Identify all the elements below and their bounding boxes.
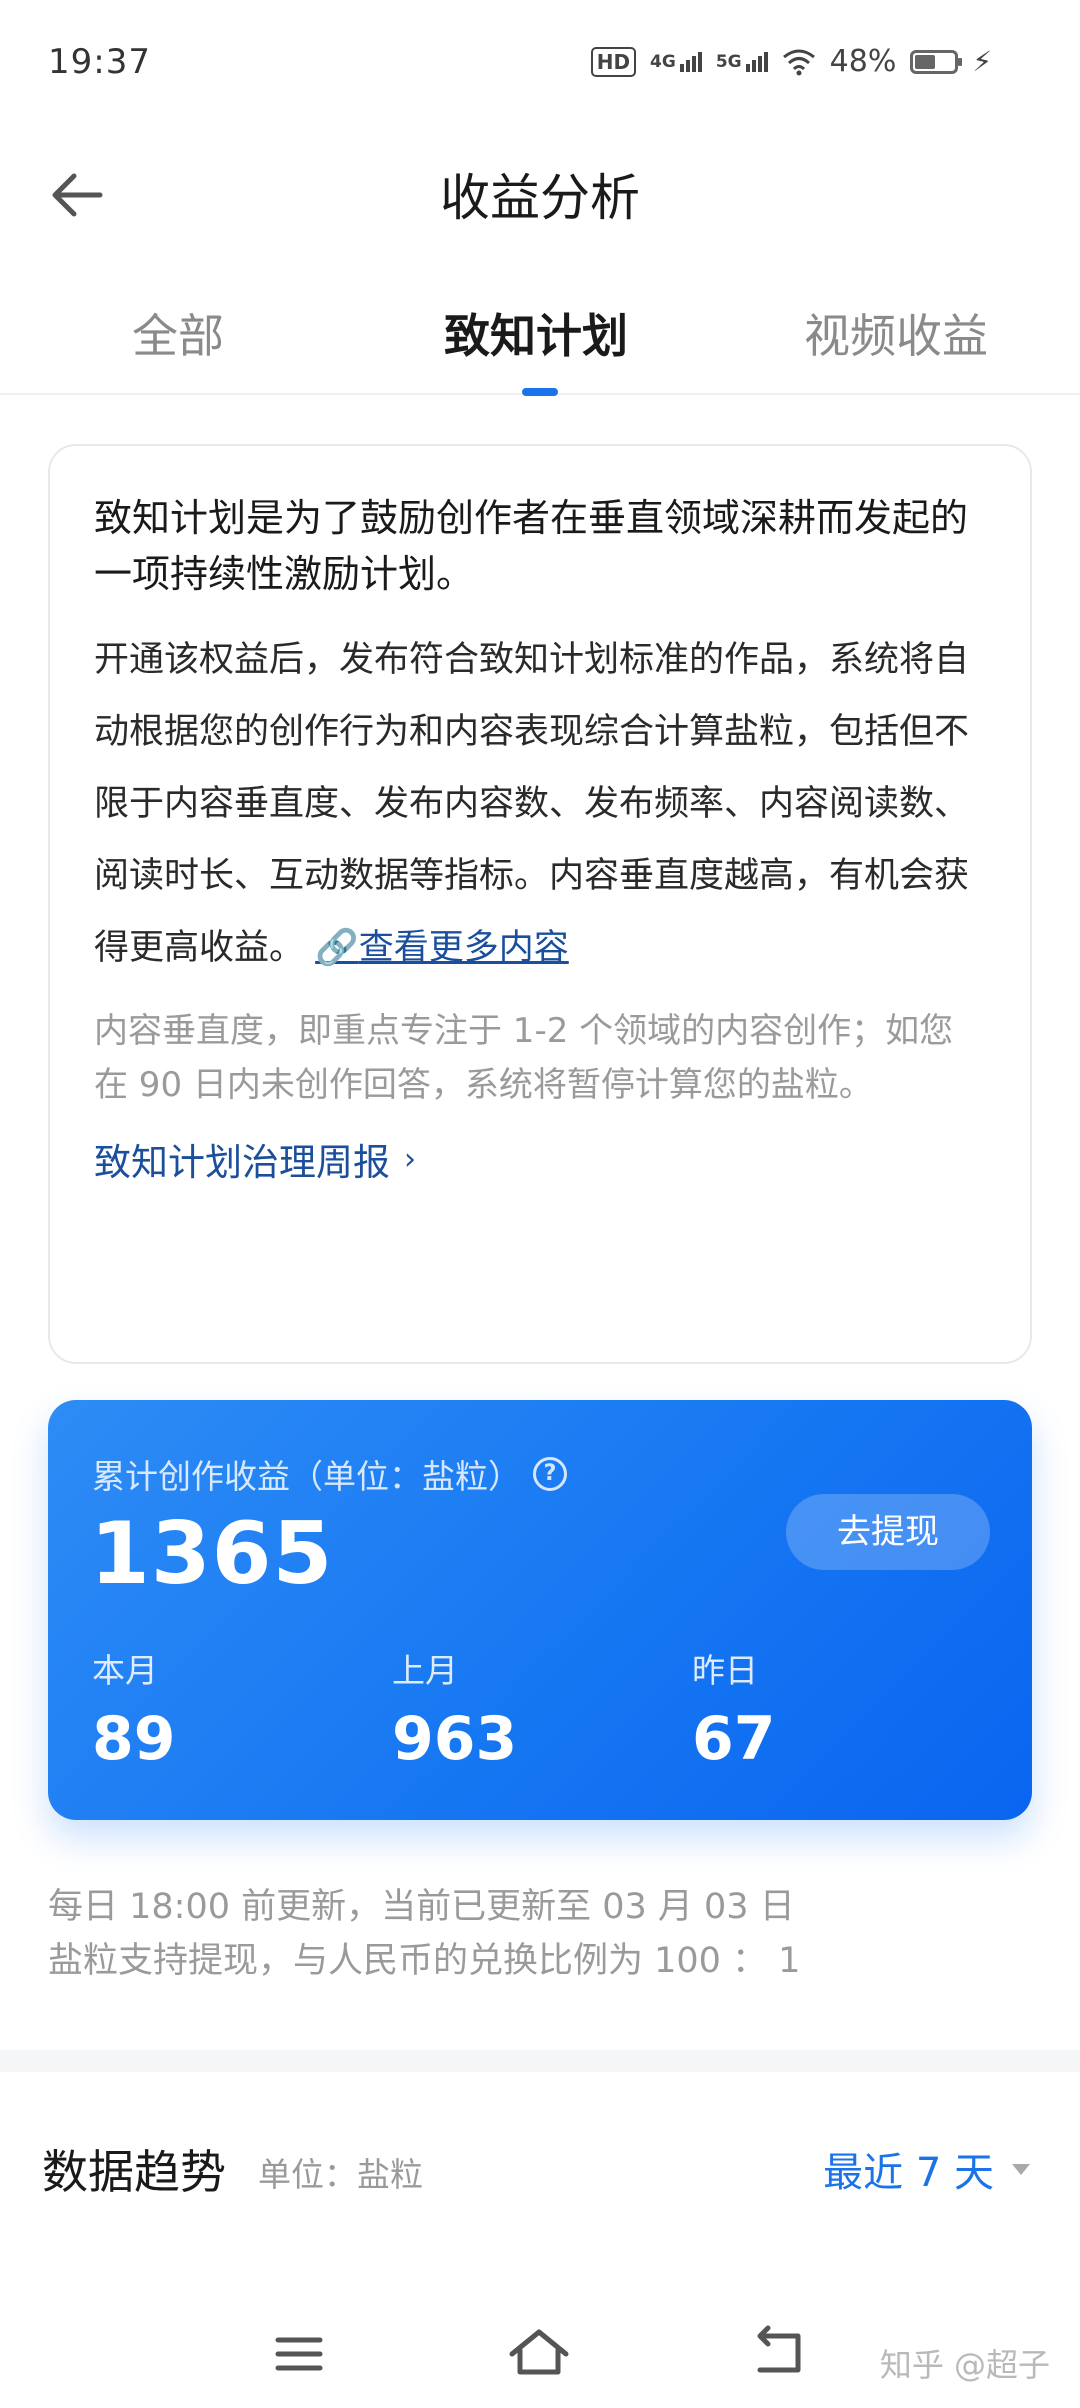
earnings-card: 累计创作收益（单位：盐粒） ? 1365 去提现 本月 89 上月 963 昨日… bbox=[48, 1400, 1032, 1820]
wifi-icon bbox=[782, 49, 815, 75]
charging-icon: ⚡ bbox=[972, 45, 992, 78]
governance-weekly-label: 致知计划治理周报 bbox=[94, 1141, 390, 1184]
plan-intro-card: 致知计划是为了鼓励创作者在垂直领域深耕而发起的一项持续性激励计划。 开通该权益后… bbox=[48, 444, 1032, 1364]
earnings-label-row: 累计创作收益（单位：盐粒） ? bbox=[92, 1450, 567, 1498]
plan-intro-title: 致知计划是为了鼓励创作者在垂直领域深耕而发起的一项持续性激励计划。 bbox=[94, 496, 969, 596]
stat-yesterday: 昨日 67 bbox=[692, 1644, 776, 1774]
section-divider bbox=[0, 2050, 1080, 2072]
plan-intro-note: 内容垂直度，即重点专注于 1-2 个领域的内容创作；如您在 90 日内未创作回答… bbox=[94, 1011, 954, 1105]
stat-label: 上月 bbox=[392, 1651, 458, 1690]
tab-zhizhi-plan[interactable]: 致知计划 bbox=[444, 300, 628, 366]
signal-5g-label: 5G bbox=[715, 51, 742, 72]
page-title: 收益分析 bbox=[440, 169, 640, 227]
trend-title: 数据趋势 bbox=[42, 2145, 226, 2199]
status-bar: 19:37 HD 4G 5G 48% ⚡ bbox=[0, 0, 1080, 130]
signal-bar bbox=[697, 51, 702, 72]
stat-value: 963 bbox=[392, 1704, 518, 1774]
signal-bar bbox=[757, 55, 762, 72]
status-icons: HD 4G 5G 48% ⚡ bbox=[590, 44, 992, 79]
system-nav-bar: 知乎 @超子 bbox=[0, 2300, 1080, 2408]
stat-last-month: 上月 963 bbox=[392, 1644, 517, 1774]
tab-all[interactable]: 全部 bbox=[132, 300, 224, 366]
hd-icon: HD bbox=[590, 46, 637, 77]
signal-bar bbox=[745, 63, 750, 72]
app-header: 收益分析 bbox=[0, 130, 1080, 254]
signal-5g-icon: 5G bbox=[715, 51, 768, 72]
plan-intro-body: 开通该权益后，发布符合致知计划标准的作品，系统将自动根据您的创作行为和内容表现综… bbox=[94, 624, 986, 984]
stat-value: 67 bbox=[692, 1704, 776, 1774]
withdraw-button[interactable]: 去提现 bbox=[786, 1494, 990, 1570]
tab-bar: 全部 致知计划 视频收益 bbox=[0, 280, 1080, 396]
home-icon[interactable] bbox=[504, 2322, 574, 2386]
battery-icon bbox=[910, 49, 963, 74]
exchange-rate-note: 盐粒支持提现，与人民币的兑换比例为 100 ： 1 bbox=[48, 1941, 801, 1981]
status-time: 19:37 bbox=[48, 42, 151, 82]
tab-video-earnings[interactable]: 视频收益 bbox=[804, 300, 988, 366]
date-range-dropdown[interactable]: 最近 7 天 bbox=[823, 2140, 1030, 2198]
active-tab-indicator bbox=[522, 388, 558, 396]
earnings-label: 累计创作收益（单位：盐粒） bbox=[92, 1457, 521, 1496]
signal-bar bbox=[691, 55, 696, 72]
stat-label: 昨日 bbox=[692, 1651, 758, 1690]
stat-label: 本月 bbox=[92, 1651, 158, 1690]
chevron-right-icon: › bbox=[404, 1141, 416, 1177]
watermark: 知乎 @超子 bbox=[879, 2346, 1050, 2384]
signal-4g-icon: 4G bbox=[650, 51, 702, 72]
trend-unit: 单位：盐粒 bbox=[258, 2155, 423, 2194]
signal-bar bbox=[679, 63, 684, 72]
menu-icon[interactable] bbox=[264, 2322, 334, 2386]
stat-this-month: 本月 89 bbox=[92, 1644, 176, 1774]
stat-value: 89 bbox=[92, 1704, 176, 1774]
update-notes: 每日 18:00 前更新，当前已更新至 03 月 03 日 盐粒支持提现，与人民… bbox=[48, 1880, 800, 1988]
link-icon: 🔗 bbox=[315, 928, 359, 968]
back-nav-icon[interactable] bbox=[744, 2322, 814, 2386]
view-more-link[interactable]: 🔗查看更多内容 bbox=[315, 928, 569, 968]
date-range-label: 最近 7 天 bbox=[823, 2150, 994, 2196]
earnings-total: 1365 bbox=[90, 1504, 334, 1604]
governance-weekly-link[interactable]: 致知计划治理周报 › bbox=[94, 1132, 986, 1186]
signal-bar bbox=[685, 59, 690, 72]
caret-down-icon bbox=[1012, 2163, 1030, 2175]
signal-4g-label: 4G bbox=[650, 51, 676, 72]
signal-bar bbox=[763, 51, 768, 72]
battery-percent: 48% bbox=[829, 44, 897, 79]
help-icon[interactable]: ? bbox=[533, 1457, 567, 1491]
page: 19:37 HD 4G 5G 48% ⚡ 收益分析 全部 致知计划 视频收益 致… bbox=[0, 0, 1080, 2408]
view-more-label: 查看更多内容 bbox=[358, 928, 569, 968]
update-time-note: 每日 18:00 前更新，当前已更新至 03 月 03 日 bbox=[48, 1887, 795, 1927]
signal-bar bbox=[751, 59, 756, 72]
plan-intro-text: 开通该权益后，发布符合致知计划标准的作品，系统将自动根据您的创作行为和内容表现综… bbox=[94, 640, 970, 968]
